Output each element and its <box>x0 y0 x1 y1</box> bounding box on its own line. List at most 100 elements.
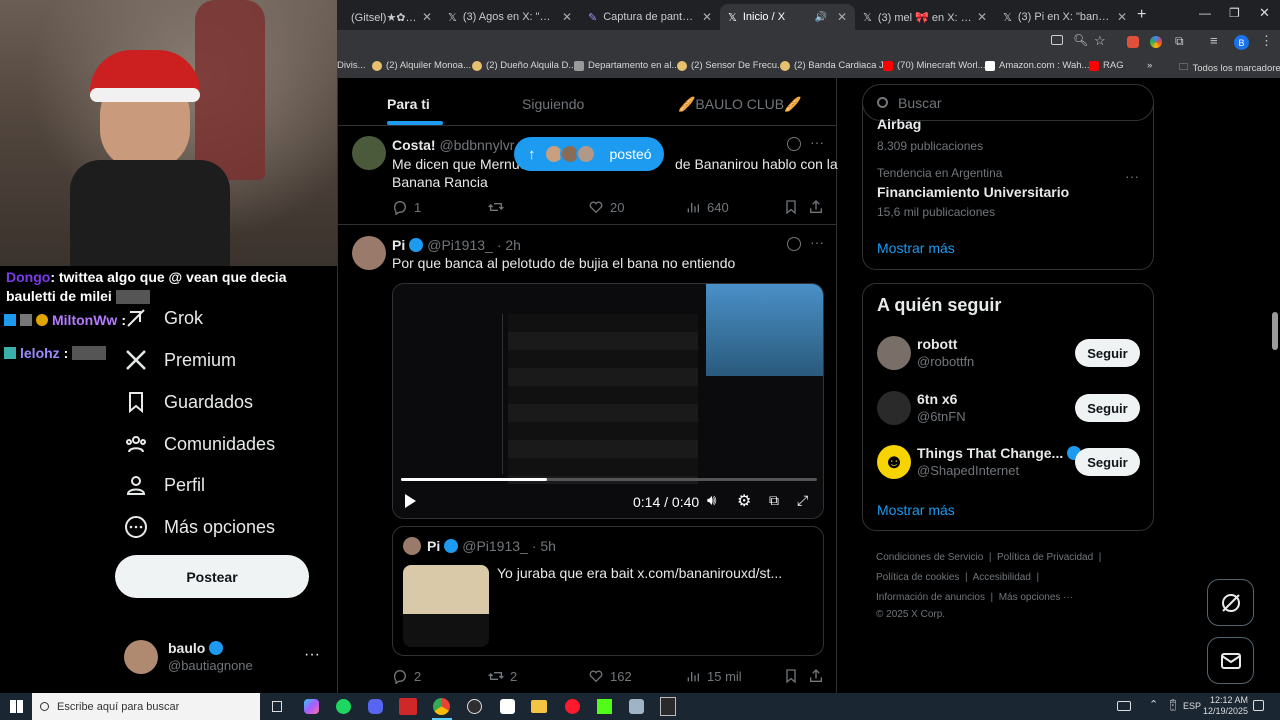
show-more-link[interactable]: Mostrar más <box>877 240 955 256</box>
bookmark-item[interactable]: (2) Dueño Alquila D... <box>472 60 576 71</box>
footer-link[interactable]: Condiciones de Servicio <box>876 552 983 563</box>
share-button[interactable] <box>808 199 824 215</box>
obs-icon[interactable] <box>467 699 482 714</box>
popout-icon[interactable]: ⧉ <box>769 492 779 509</box>
nav-premium[interactable]: Premium <box>124 348 236 372</box>
tab-for-you[interactable]: Para ti <box>387 96 430 112</box>
close-icon[interactable]: ✕ <box>837 10 847 24</box>
tray-chevron-icon[interactable]: ⌃ <box>1149 698 1158 711</box>
window-close-icon[interactable]: ✕ <box>1259 5 1270 21</box>
footer-link[interactable]: Accesibilidad <box>973 572 1031 583</box>
bookmark-item[interactable]: (70) Minecraft Worl... <box>883 60 986 71</box>
copilot-icon[interactable] <box>304 699 319 714</box>
bookmark-item[interactable]: RAG <box>1089 60 1124 71</box>
app-icon[interactable] <box>399 698 417 715</box>
language-indicator[interactable]: ESP <box>1183 701 1201 711</box>
bookmark-item[interactable]: Departamento en al... <box>574 60 679 71</box>
follow-button[interactable]: Seguir <box>1075 394 1140 422</box>
close-icon[interactable]: ✕ <box>562 10 572 24</box>
repost-button[interactable] <box>488 199 504 215</box>
like-button[interactable]: 20 <box>588 199 624 215</box>
tab-baulo-club[interactable]: 🥖BAULO CLUB🥖 <box>678 96 802 113</box>
app-icon[interactable] <box>500 699 515 714</box>
windows-start-icon[interactable] <box>10 700 23 713</box>
browser-tab[interactable]: (Gitsel)★✿⚡ en X: "Lam ✕ <box>337 4 440 30</box>
task-view-icon[interactable] <box>272 701 282 712</box>
new-tab-icon[interactable]: + <box>1137 6 1146 24</box>
footer-link[interactable]: Información de anuncios <box>876 592 985 603</box>
epic-games-icon[interactable] <box>660 697 676 716</box>
taskbar-search[interactable]: Escribe aquí para buscar <box>32 693 260 720</box>
footer-link[interactable]: Más opciones ··· <box>999 592 1073 603</box>
bookmark-item[interactable]: (2) Banda Cardiaca J... <box>780 60 892 71</box>
tray-icon[interactable] <box>1117 701 1131 711</box>
share-button[interactable] <box>808 668 824 684</box>
notification-icon[interactable] <box>1253 700 1264 711</box>
bookmark-item[interactable]: Amazon.com : Wah... <box>985 60 1089 71</box>
post-author-handle[interactable]: @Pi1913_ <box>427 237 493 253</box>
follow-button[interactable]: Seguir <box>1075 339 1140 367</box>
post-time[interactable]: · 2h <box>497 237 521 253</box>
more-dots-icon[interactable]: ··· <box>810 234 824 250</box>
browser-tab[interactable]: 𝕏 (3) Pi en X: "bananirou se ✕ <box>995 4 1135 30</box>
folder-icon[interactable] <box>531 700 547 713</box>
browser-tab[interactable]: 𝕏 (3) mel 🎀 en X: "elige vict ✕ <box>855 4 995 30</box>
chrome-icon[interactable] <box>433 698 450 715</box>
puzzle-icon[interactable]: ⧉ <box>1175 34 1184 49</box>
more-dots-icon[interactable]: ··· <box>810 134 824 150</box>
trend-item[interactable]: Airbag 8.309 publicaciones <box>877 112 1137 152</box>
scrollbar-thumb[interactable] <box>1272 312 1278 350</box>
menu-kebab-icon[interactable]: ⋮ <box>1260 33 1273 49</box>
tab-following[interactable]: Siguiendo <box>522 96 584 112</box>
views-button[interactable]: 15 mil <box>685 668 742 684</box>
bookmark-item[interactable]: (2) Alquiler Monoa... <box>372 60 471 71</box>
footer-link[interactable]: Política de cookies <box>876 572 959 583</box>
reply-button[interactable]: 2 <box>392 668 421 684</box>
suggestion-item[interactable]: ☻ Things That Change... @ShapedInternet … <box>877 445 1141 485</box>
clock[interactable]: 12:12 AM 12/19/2025 <box>1200 695 1248 717</box>
bookmark-item[interactable]: Divis... <box>337 60 366 71</box>
suggestion-item[interactable]: robott @robottfn Seguir <box>877 336 1141 376</box>
play-icon[interactable] <box>405 494 416 508</box>
grok-float-button[interactable] <box>1207 579 1254 626</box>
kick-icon[interactable] <box>597 699 612 714</box>
extension-icon[interactable] <box>1127 36 1139 48</box>
grok-icon[interactable] <box>787 237 801 251</box>
suggestion-item[interactable]: 6tn x6 @6tnFN Seguir <box>877 391 1141 431</box>
account-switcher[interactable]: baulo @bautiagnone ··· <box>124 638 324 674</box>
audio-icon[interactable]: 🔊 <box>814 12 826 23</box>
post-button[interactable]: Postear <box>115 555 309 598</box>
browser-tab[interactable]: ✎ Captura de pantalla por L ✕ <box>580 4 720 30</box>
nav-grok[interactable]: Grok <box>124 306 203 330</box>
close-icon[interactable]: ✕ <box>977 10 987 24</box>
restore-icon[interactable]: ❐ <box>1229 6 1240 20</box>
extension-icon[interactable] <box>1150 36 1162 48</box>
nav-communities[interactable]: Comunidades <box>124 432 275 456</box>
bookmark-button[interactable] <box>783 199 799 215</box>
zoom-icon[interactable]: 🔍︎ <box>1073 33 1088 47</box>
fullscreen-icon[interactable]: ⤢ <box>797 492 808 509</box>
more-dots-icon[interactable]: ··· <box>1125 168 1139 184</box>
app-icon[interactable] <box>629 699 644 714</box>
cast-icon[interactable] <box>1051 35 1063 45</box>
close-icon[interactable]: ✕ <box>422 10 432 24</box>
messages-float-button[interactable] <box>1207 637 1254 684</box>
profile-avatar[interactable]: B <box>1234 35 1249 50</box>
video-progress-bar[interactable] <box>401 478 817 481</box>
bookmarks-overflow-icon[interactable]: » <box>1147 60 1152 71</box>
grok-icon[interactable] <box>787 137 801 151</box>
star-icon[interactable]: ☆ <box>1094 33 1106 49</box>
media-icon[interactable]: ≡ <box>1210 33 1218 48</box>
new-posts-pill[interactable]: ↑ posteó <box>514 137 664 171</box>
spotify-icon[interactable] <box>336 699 351 714</box>
nav-bookmarks[interactable]: Guardados <box>124 390 253 414</box>
settings-icon[interactable]: ⚙ <box>737 491 751 511</box>
more-dots-icon[interactable]: ··· <box>304 646 320 664</box>
opera-icon[interactable] <box>565 699 580 714</box>
like-button[interactable]: 162 <box>588 668 632 684</box>
nav-profile[interactable]: Perfil <box>124 473 205 497</box>
quoted-post[interactable]: Pi @Pi1913_ · 5h Yo juraba que era bait … <box>392 526 824 656</box>
browser-tab-active[interactable]: 𝕏 Inicio / X 🔊 ✕ <box>720 4 855 30</box>
bookmark-button[interactable] <box>783 668 799 684</box>
post-author-name[interactable]: Pi <box>392 237 405 253</box>
